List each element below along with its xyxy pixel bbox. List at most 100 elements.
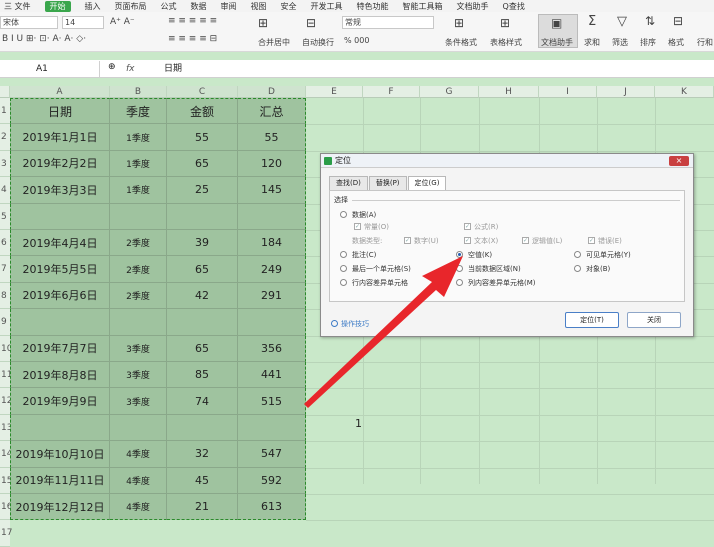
table-cell[interactable]: 55 <box>167 124 238 151</box>
table-cell[interactable]: 2019年5月5日 <box>10 256 110 283</box>
sum-button[interactable]: 求和 <box>584 37 600 48</box>
table-cell[interactable]: 65 <box>167 256 238 283</box>
table-cell[interactable]: 25 <box>167 177 238 204</box>
tips-link[interactable]: 操作技巧 <box>331 319 369 329</box>
table-cell[interactable]: 32 <box>167 441 238 468</box>
formula-input[interactable]: 日期 <box>164 61 182 77</box>
radio-visible[interactable] <box>574 251 581 258</box>
font-size-select[interactable]: 14 <box>62 16 104 29</box>
table-cell[interactable]: 65 <box>167 150 238 178</box>
percent-format-button[interactable]: % 000 <box>344 36 369 45</box>
font-name-select[interactable]: 宋体 <box>0 16 58 29</box>
check-number[interactable]: ✓ <box>404 237 411 244</box>
table-cell[interactable] <box>110 203 167 230</box>
doc-helper-icon[interactable]: ▣ <box>551 16 562 30</box>
table-cell[interactable]: 1季度 <box>110 150 167 178</box>
close-icon[interactable]: × <box>669 156 689 166</box>
table-style-icon[interactable]: ⊞ <box>500 16 510 30</box>
table-cell[interactable]: 120 <box>238 150 306 178</box>
sort-button[interactable]: 排序 <box>640 37 656 48</box>
table-cell[interactable] <box>110 309 167 336</box>
row-header[interactable]: 14 <box>0 441 12 468</box>
table-cell[interactable]: 2季度 <box>110 282 167 310</box>
menu-search[interactable]: Q查找 <box>503 1 525 12</box>
menu-review[interactable]: 审阅 <box>221 1 237 12</box>
menu-insert[interactable]: 插入 <box>85 1 101 12</box>
filter-icon[interactable]: ▽ <box>617 14 627 29</box>
table-cell[interactable] <box>238 203 306 230</box>
table-cell[interactable]: 42 <box>167 282 238 310</box>
tab-goto[interactable]: 定位(G) <box>407 176 447 190</box>
col-header[interactable]: B <box>110 86 167 98</box>
table-cell[interactable]: 2019年4月4日 <box>10 230 110 257</box>
table-cell[interactable]: 2019年9月9日 <box>10 388 110 415</box>
table-cell[interactable]: 2019年7月7日 <box>10 335 110 362</box>
table-cell[interactable]: 74 <box>167 388 238 415</box>
table-cell[interactable]: 2019年6月6日 <box>10 282 110 310</box>
table-cell[interactable]: 4季度 <box>110 467 167 494</box>
table-header-cell[interactable]: 汇总 <box>238 98 306 125</box>
table-cell[interactable] <box>238 309 306 336</box>
table-cell[interactable]: 592 <box>238 467 306 494</box>
close-button[interactable]: 关闭 <box>627 312 681 328</box>
radio-last-cell[interactable] <box>340 265 347 272</box>
table-cell[interactable]: 2019年3月3日 <box>10 177 110 204</box>
col-header[interactable]: D <box>238 86 306 98</box>
menu-security[interactable]: 安全 <box>281 1 297 12</box>
corner-select[interactable] <box>0 86 10 98</box>
wrap-text-button[interactable]: 自动换行 <box>302 37 334 48</box>
name-box[interactable]: A1 <box>0 61 100 77</box>
menu-developer[interactable]: 开发工具 <box>311 1 343 12</box>
table-cell[interactable] <box>167 309 238 336</box>
zoom-icon[interactable]: ⊕ <box>108 62 116 72</box>
sum-icon[interactable]: Σ <box>588 14 596 29</box>
font-style-icons[interactable]: B I U ⊞· ⊡· A· A· ◇· <box>2 34 86 44</box>
row-header[interactable]: 4 <box>0 177 10 204</box>
wrap-icon[interactable]: ⊟ <box>306 16 316 30</box>
table-cell[interactable]: 547 <box>238 441 306 468</box>
menu-file[interactable]: 三 文件 <box>4 1 31 12</box>
table-header-cell[interactable]: 季度 <box>110 98 167 125</box>
menu-data[interactable]: 数据 <box>191 1 207 12</box>
col-header[interactable]: I <box>539 86 597 98</box>
radio-row-diff[interactable] <box>340 279 347 286</box>
table-cell[interactable]: 515 <box>238 388 306 415</box>
row-header[interactable]: 15 <box>0 467 12 494</box>
row-header[interactable]: 7 <box>0 256 10 283</box>
row-header[interactable]: 11 <box>0 362 12 389</box>
table-cell[interactable]: 4季度 <box>110 441 167 468</box>
table-cell[interactable] <box>167 203 238 230</box>
align-top-icons[interactable]: ≡ ≡ ≡ ≡ ≡ <box>168 16 217 26</box>
align-icons[interactable]: ≡ ≡ ≡ ≡ ⊟ <box>168 34 217 44</box>
table-header-cell[interactable]: 金额 <box>167 98 238 125</box>
menu-smart-tools[interactable]: 智能工具箱 <box>403 1 443 12</box>
row-header[interactable]: 8 <box>0 282 10 310</box>
table-cell[interactable] <box>167 414 238 442</box>
table-cell[interactable]: 2019年11月11日 <box>10 467 110 494</box>
table-cell[interactable]: 2019年1月1日 <box>10 124 110 151</box>
table-cell[interactable]: 2019年2月2日 <box>10 150 110 178</box>
row-header[interactable]: 6 <box>0 230 10 257</box>
menu-formula[interactable]: 公式 <box>161 1 177 12</box>
table-cell[interactable]: 3季度 <box>110 388 167 415</box>
menu-view[interactable]: 视图 <box>251 1 267 12</box>
font-grow-icon[interactable]: A⁺ A⁻ <box>110 17 135 27</box>
table-cell[interactable]: 441 <box>238 362 306 389</box>
col-header[interactable]: G <box>420 86 479 98</box>
table-cell[interactable] <box>10 203 110 230</box>
table-cell[interactable] <box>238 414 306 442</box>
col-header[interactable]: F <box>363 86 420 98</box>
radio-data[interactable] <box>340 211 347 218</box>
check-text[interactable]: ✓ <box>464 237 471 244</box>
table-cell[interactable]: 45 <box>167 467 238 494</box>
rowcol-button[interactable]: 行和 <box>697 37 713 48</box>
col-header[interactable]: H <box>479 86 539 98</box>
table-cell[interactable]: 1季度 <box>110 177 167 204</box>
merge-center-button[interactable]: 合并居中 <box>258 37 290 48</box>
tab-find[interactable]: 查找(D) <box>329 176 368 190</box>
row-header[interactable]: 3 <box>0 150 10 178</box>
radio-comment[interactable] <box>340 251 347 258</box>
sort-icon[interactable]: ⇅ <box>645 14 655 28</box>
check-constant[interactable]: ✓ <box>354 223 361 230</box>
merge-icon[interactable]: ⊞ <box>258 16 268 30</box>
